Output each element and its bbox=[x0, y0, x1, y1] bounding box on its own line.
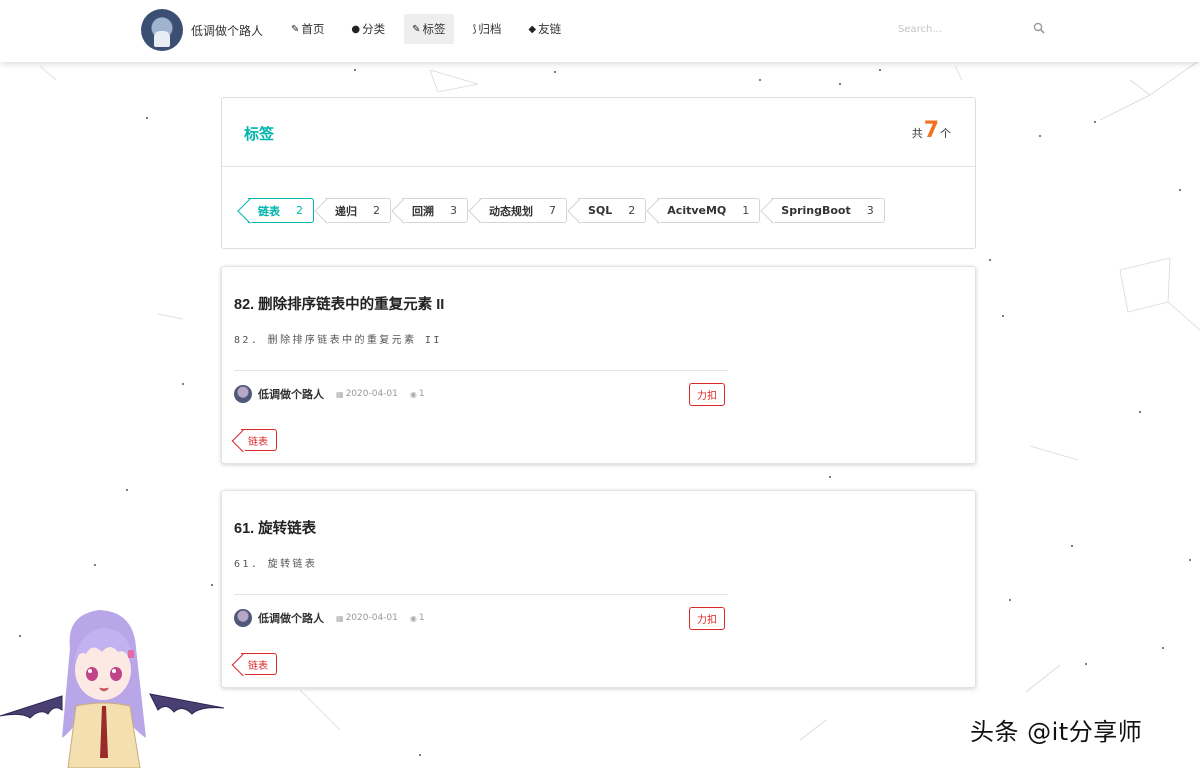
category-label[interactable]: 力扣 bbox=[689, 383, 725, 406]
post-date-text: 2020-04-01 bbox=[345, 613, 398, 623]
pencil-icon: ✎ bbox=[291, 23, 300, 35]
nav-item-label: 分类 bbox=[362, 22, 386, 36]
count-suffix: 个 bbox=[940, 127, 951, 140]
post-card: 82. 删除排序链表中的重复元素 II 82. 删除排序链表中的重复元素 II … bbox=[221, 266, 976, 464]
post-card: 61. 旋转链表 61. 旋转链表 低调做个路人 ▦ 2020-04-01 ◉ 1 … bbox=[221, 490, 976, 688]
author-avatar[interactable] bbox=[141, 9, 183, 51]
nav-item-archive[interactable]: ⟆ 归档 bbox=[465, 14, 510, 44]
top-navbar: 低调做个路人 ✎ 首页 ● 分类 ✎ 标签 ⟆ 归档 ◆ 友链 bbox=[0, 0, 1200, 62]
post-author[interactable]: 低调做个路人 bbox=[258, 610, 324, 626]
nav-item-label: 首页 bbox=[301, 22, 325, 36]
tag-count: 2 bbox=[628, 204, 636, 217]
nav-item-label: 标签 bbox=[422, 22, 446, 36]
rss-icon: ⟆ bbox=[472, 23, 477, 35]
tag-item[interactable]: SpringBoot 3 bbox=[771, 198, 885, 223]
tags-panel: 标签 共7个 链表 2 递归 2 回溯 3 动态规划 7 SQL 2 AcitveMQ 1 … bbox=[221, 97, 976, 249]
tag-item[interactable]: SQL 2 bbox=[578, 198, 647, 223]
tag-count: 3 bbox=[866, 204, 874, 217]
post-title[interactable]: 82. 删除排序链表中的重复元素 II bbox=[234, 293, 444, 314]
post-tag-label: 链表 bbox=[248, 436, 268, 448]
tag-item[interactable]: 回溯 3 bbox=[402, 198, 468, 223]
search-input[interactable] bbox=[890, 16, 1055, 42]
tags-panel-title: 标签 bbox=[244, 125, 275, 143]
divider bbox=[234, 594, 728, 595]
search-icon[interactable] bbox=[1033, 22, 1045, 34]
calendar-icon: ▦ bbox=[336, 613, 344, 623]
eye-icon: ◉ bbox=[409, 389, 417, 399]
tag-item[interactable]: 递归 2 bbox=[325, 198, 391, 223]
post-tag[interactable]: 链表 bbox=[241, 653, 277, 675]
tag-count: 2 bbox=[296, 204, 303, 217]
tag-count: 3 bbox=[450, 204, 457, 217]
count-prefix: 共 bbox=[911, 127, 923, 140]
nav-item-friend-links[interactable]: ◆ 友链 bbox=[520, 14, 569, 44]
site-brand[interactable]: 低调做个路人 bbox=[141, 9, 263, 51]
post-meta: 低调做个路人 ▦ 2020-04-01 ◉ 1 bbox=[234, 609, 425, 627]
tag-item[interactable]: 链表 2 bbox=[248, 198, 314, 223]
tag-name: 链表 bbox=[258, 204, 280, 218]
nav-item-categories[interactable]: ● 分类 bbox=[343, 14, 393, 44]
bulb-icon: ● bbox=[351, 23, 361, 35]
tag-name: 回溯 bbox=[412, 204, 434, 218]
category-label[interactable]: 力扣 bbox=[689, 607, 725, 630]
tag-name: SpringBoot bbox=[781, 204, 851, 217]
tag-item[interactable]: AcitveMQ 1 bbox=[657, 198, 761, 223]
tags-panel-header: 标签 共7个 bbox=[222, 98, 975, 167]
count-number: 7 bbox=[923, 118, 939, 143]
tags-total-count: 共7个 bbox=[912, 118, 951, 143]
nav-item-label: 归档 bbox=[478, 22, 502, 36]
nav-menu: ✎ 首页 ● 分类 ✎ 标签 ⟆ 归档 ◆ 友链 bbox=[283, 14, 580, 44]
post-title[interactable]: 61. 旋转链表 bbox=[234, 517, 316, 538]
post-views: ◉ 1 bbox=[410, 389, 425, 399]
post-tag-label: 链表 bbox=[248, 660, 268, 672]
search-box bbox=[890, 16, 1055, 42]
post-date: ▦ 2020-04-01 bbox=[336, 613, 398, 623]
nav-item-home[interactable]: ✎ 首页 bbox=[283, 14, 332, 44]
post-date-text: 2020-04-01 bbox=[345, 389, 398, 399]
divider bbox=[234, 370, 728, 371]
tag-count: 2 bbox=[373, 204, 380, 217]
fish-icon: ◆ bbox=[528, 23, 537, 35]
post-views: ◉ 1 bbox=[410, 613, 425, 623]
nav-item-tags[interactable]: ✎ 标签 bbox=[404, 14, 454, 44]
tags-icon: ✎ bbox=[412, 23, 421, 35]
post-excerpt: 61. 旋转链表 bbox=[234, 559, 318, 570]
post-meta: 低调做个路人 ▦ 2020-04-01 ◉ 1 bbox=[234, 385, 425, 403]
post-tag[interactable]: 链表 bbox=[241, 429, 277, 451]
nav-item-label: 友链 bbox=[538, 22, 562, 36]
watermark-text: 头条 @it分享师 bbox=[970, 718, 1143, 746]
site-author-name[interactable]: 低调做个路人 bbox=[191, 22, 263, 39]
tag-name: 递归 bbox=[335, 204, 357, 218]
tag-list: 链表 2 递归 2 回溯 3 动态规划 7 SQL 2 AcitveMQ 1 SpringB… bbox=[237, 198, 885, 223]
post-views-text: 1 bbox=[418, 613, 425, 623]
tag-item[interactable]: 动态规划 7 bbox=[479, 198, 567, 223]
author-avatar[interactable] bbox=[234, 385, 252, 403]
calendar-icon: ▦ bbox=[336, 389, 344, 399]
post-excerpt: 82. 删除排序链表中的重复元素 II bbox=[234, 335, 442, 346]
tag-name: AcitveMQ bbox=[667, 204, 727, 217]
post-views-text: 1 bbox=[418, 389, 425, 399]
tag-name: SQL bbox=[588, 204, 613, 217]
post-author[interactable]: 低调做个路人 bbox=[258, 386, 324, 402]
tag-count: 1 bbox=[742, 204, 750, 217]
tag-name: 动态规划 bbox=[489, 204, 533, 218]
eye-icon: ◉ bbox=[409, 613, 417, 623]
post-date: ▦ 2020-04-01 bbox=[336, 389, 398, 399]
author-avatar[interactable] bbox=[234, 609, 252, 627]
mascot-character[interactable] bbox=[0, 608, 226, 768]
tag-count: 7 bbox=[549, 204, 556, 217]
